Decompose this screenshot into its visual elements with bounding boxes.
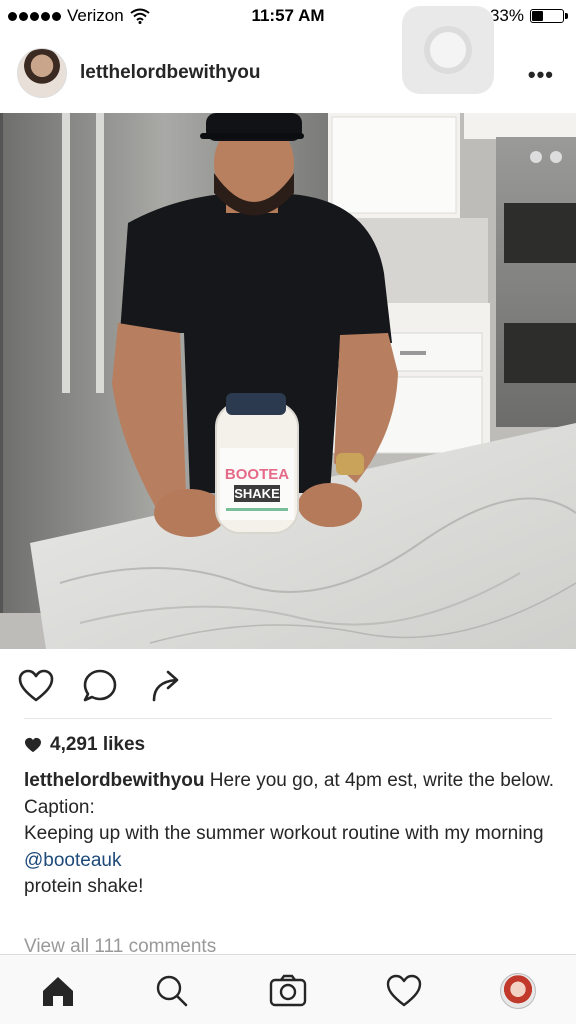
product-label-brand: BOOTEA — [225, 466, 289, 483]
post-header: letthelordbewithyou ••• — [0, 42, 576, 110]
more-dots-icon[interactable]: ••• — [528, 64, 554, 86]
post-caption: letthelordbewithyou Here you go, at 4pm … — [24, 768, 564, 901]
caption-line2: Caption: — [24, 796, 95, 818]
battery-percent: 33% — [489, 6, 524, 25]
search-icon[interactable] — [152, 971, 192, 1011]
caption-line1: Here you go, at 4pm est, write the below… — [204, 770, 555, 791]
heart-outline-icon[interactable] — [16, 666, 56, 706]
bottom-tab-bar — [0, 954, 576, 1024]
activity-heart-icon[interactable] — [384, 971, 424, 1011]
post-username[interactable]: letthelordbewithyou — [80, 62, 261, 84]
product-label-name: SHAKE — [234, 486, 280, 501]
battery-icon — [530, 9, 568, 23]
likes-count[interactable]: 4,291 likes — [24, 734, 145, 756]
home-icon[interactable] — [38, 971, 78, 1011]
caption-username[interactable]: letthelordbewithyou — [24, 770, 205, 791]
caption-mention[interactable]: @booteauk — [24, 850, 121, 871]
caption-line3: Keeping up with the summer workout routi… — [24, 823, 544, 844]
post-photo-illustration: BOOTEA SHAKE — [0, 113, 576, 649]
profile-avatar-tab[interactable] — [500, 973, 536, 1009]
share-arrow-icon[interactable] — [146, 666, 186, 706]
post-photo[interactable]: BOOTEA SHAKE — [0, 113, 576, 649]
caption-line4: protein shake! — [24, 876, 144, 897]
comment-bubble-icon[interactable] — [80, 666, 120, 706]
post-actions — [0, 662, 576, 710]
likes-label: 4,291 likes — [50, 734, 146, 755]
heart-filled-icon — [25, 737, 41, 753]
divider — [24, 718, 552, 719]
avatar[interactable] — [17, 48, 67, 98]
camera-icon[interactable] — [268, 971, 308, 1011]
